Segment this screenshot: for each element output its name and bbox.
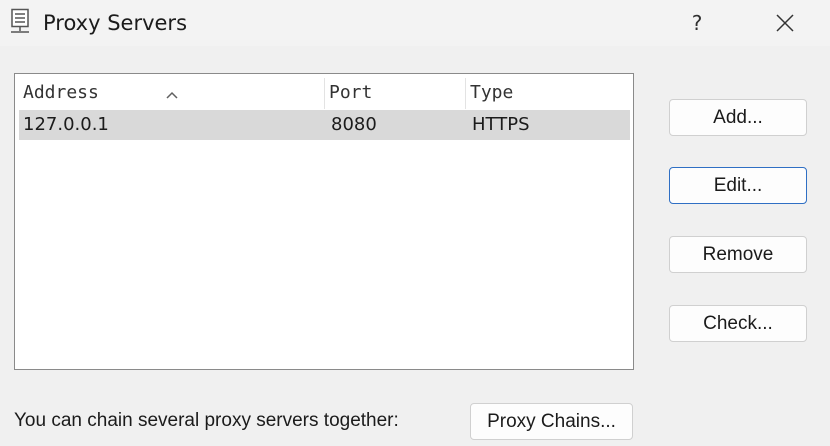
sort-ascending-icon (165, 80, 179, 99)
close-icon (776, 14, 794, 32)
cell-type: HTTPS (472, 114, 530, 135)
help-button[interactable]: ? (672, 4, 722, 42)
column-header-address[interactable]: Address (19, 78, 325, 109)
close-button[interactable] (760, 4, 810, 42)
cell-port: 8080 (331, 114, 377, 135)
column-header-label: Address (23, 82, 99, 103)
window-title: Proxy Servers (43, 11, 188, 35)
proxy-chains-button[interactable]: Proxy Chains... (470, 403, 633, 440)
add-button[interactable]: Add... (669, 99, 807, 136)
check-button[interactable]: Check... (669, 305, 807, 342)
column-header-port[interactable]: Port (325, 78, 466, 109)
column-header-type[interactable]: Type (466, 78, 630, 109)
server-icon (9, 8, 31, 36)
edit-button[interactable]: Edit... (669, 167, 807, 204)
column-header-label: Port (329, 82, 373, 103)
proxy-server-list[interactable]: Address Port Type 127.0.0.1 8080 HTTPS (14, 73, 634, 370)
table-row[interactable]: 127.0.0.1 8080 HTTPS (19, 110, 630, 140)
column-header-label: Type (470, 82, 514, 103)
cell-address: 127.0.0.1 (23, 114, 109, 135)
proxy-chains-label: You can chain several proxy servers toge… (14, 410, 399, 431)
title-bar: Proxy Servers ? (0, 0, 830, 46)
remove-button[interactable]: Remove (669, 236, 807, 273)
list-header: Address Port Type (19, 78, 630, 109)
